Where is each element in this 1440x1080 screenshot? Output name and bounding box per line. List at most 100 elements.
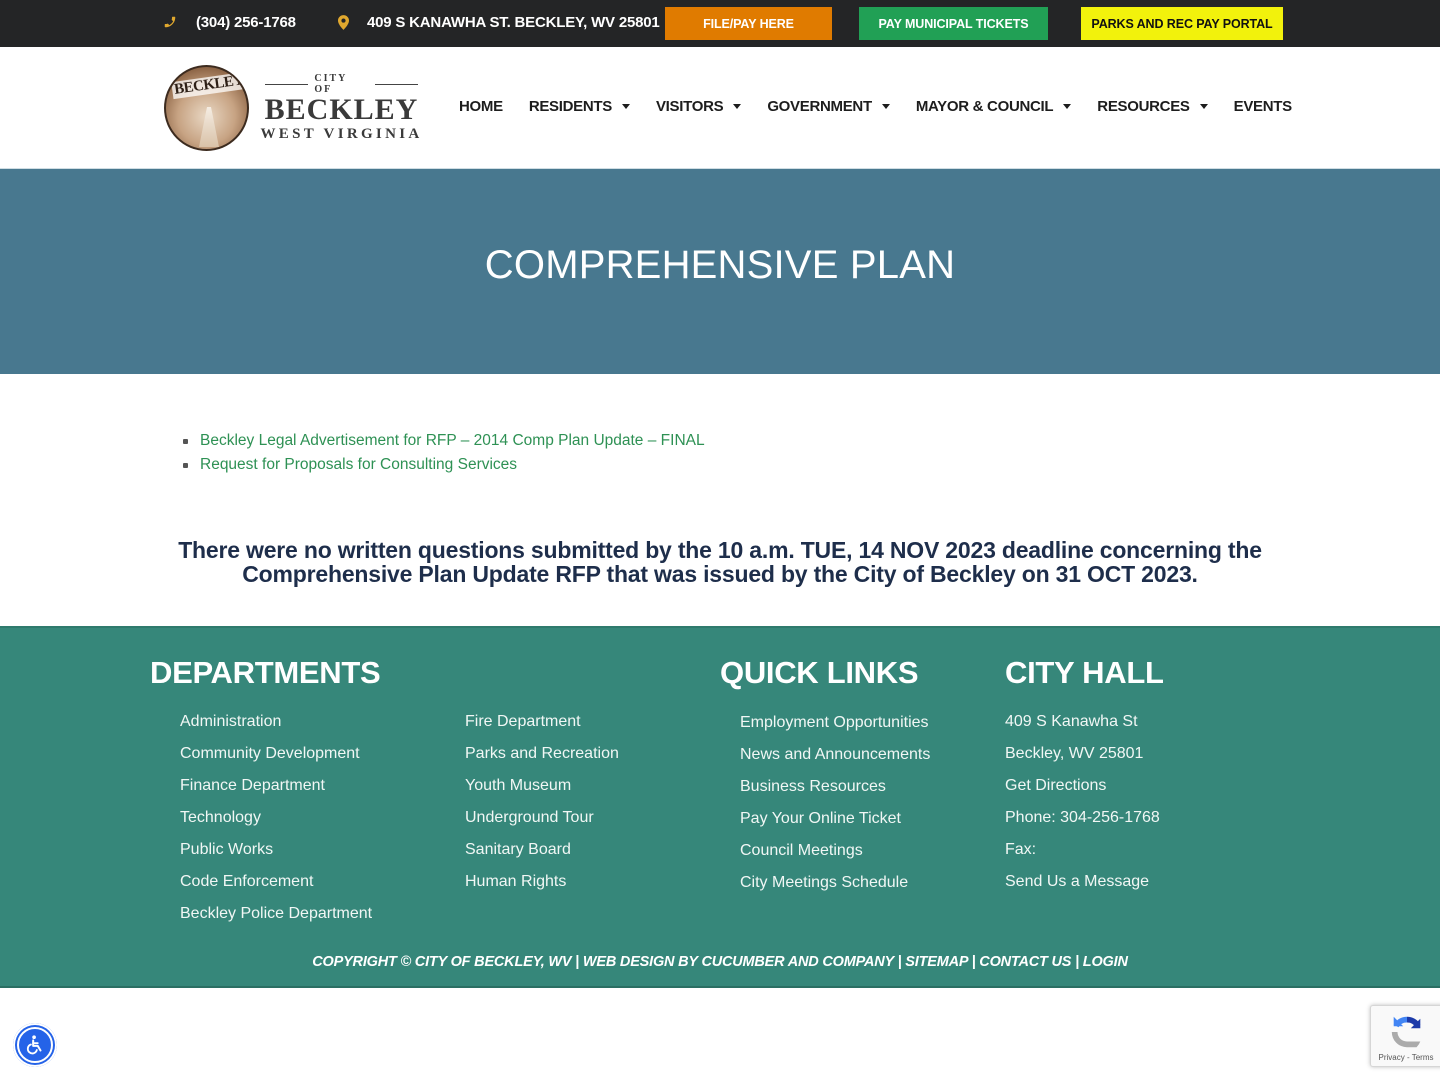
copyright-bar: COPYRIGHT © CITY OF BECKLEY, WV | WEB DE…	[0, 954, 1440, 970]
footer-link[interactable]: Youth Museum	[465, 777, 571, 794]
footer-link[interactable]: Employment Opportunities	[740, 714, 929, 731]
copyright-text: COPYRIGHT © CITY OF BECKLEY, WV	[312, 954, 572, 970]
nav-visitors[interactable]: VISITORS	[655, 98, 742, 115]
separator: |	[1071, 954, 1083, 970]
departments-heading: DEPARTMENTS	[150, 655, 381, 690]
footer-link[interactable]: City Meetings Schedule	[740, 874, 908, 891]
separator: |	[967, 954, 980, 970]
footer-link[interactable]: Finance Department	[180, 777, 325, 794]
city-hall-heading: CITY HALL	[1005, 655, 1164, 690]
city-hall-city: Beckley, WV 25801	[1005, 745, 1144, 762]
send-message-link[interactable]: Send Us a Message	[1005, 873, 1149, 890]
document-list: Beckley Legal Advertisement for RFP – 20…	[183, 429, 705, 477]
contact-us-link[interactable]: CONTACT US	[979, 954, 1071, 970]
site-header: BECKLEY CITY OF BECKLEY WEST VIRGINIA HO…	[0, 47, 1440, 168]
wheelchair-icon	[17, 1027, 53, 1063]
departments-list-2: Fire Department Parks and Recreation You…	[465, 710, 619, 902]
recaptcha-links[interactable]: Privacy - Terms	[1371, 1053, 1440, 1062]
nav-events[interactable]: EVENTS	[1233, 98, 1293, 115]
footer-link[interactable]: Administration	[180, 713, 281, 730]
document-link-legal-advertisement[interactable]: Beckley Legal Advertisement for RFP – 20…	[200, 432, 705, 450]
footer-link[interactable]: Human Rights	[465, 873, 566, 890]
caret-down-icon	[733, 104, 742, 109]
page-hero: COMPREHENSIVE PLAN	[0, 168, 1440, 374]
nav-mayor-council[interactable]: MAYOR & COUNCIL	[915, 98, 1072, 115]
address-link[interactable]: 409 S KANAWHA ST. BECKLEY, WV 25801	[335, 13, 660, 31]
quick-links-list: Employment Opportunities News and Announ…	[740, 711, 930, 903]
footer-link[interactable]: Code Enforcement	[180, 873, 313, 890]
caret-down-icon	[1063, 104, 1072, 109]
list-item: Beckley Legal Advertisement for RFP – 20…	[183, 429, 705, 453]
footer-link[interactable]: Pay Your Online Ticket	[740, 810, 901, 827]
caret-down-icon	[881, 104, 890, 109]
seal-text: BECKLEY	[171, 71, 247, 100]
caret-down-icon	[621, 104, 630, 109]
recaptcha-badge[interactable]: Privacy - Terms	[1370, 1005, 1440, 1067]
recaptcha-icon	[1391, 1016, 1421, 1048]
city-hall-street: 409 S Kanawha St	[1005, 713, 1138, 730]
caret-down-icon	[1199, 104, 1208, 109]
logo-city-name: BECKLEY	[264, 93, 419, 126]
footer-link[interactable]: Beckley Police Department	[180, 905, 372, 922]
nav-residents-label: RESIDENTS	[528, 98, 612, 115]
nav-residents[interactable]: RESIDENTS	[529, 98, 630, 115]
rfp-notice: There were no written questions submitte…	[178, 537, 1262, 587]
parks-rec-pay-portal-button[interactable]: PARKS AND REC PAY PORTAL	[1081, 7, 1283, 40]
nav-government-label: GOVERNMENT	[767, 98, 872, 115]
site-footer: DEPARTMENTS Administration Community Dev…	[0, 626, 1440, 988]
main-nav: HOME RESIDENTS VISITORS GOVERNMENT MAYOR…	[459, 98, 1318, 115]
map-marker-icon	[335, 13, 351, 31]
list-item: Request for Proposals for Consulting Ser…	[183, 453, 705, 477]
logo-rule	[374, 83, 418, 85]
phone-link[interactable]: (304) 256-1768	[162, 13, 296, 31]
logo-city-of-text: CITY OF	[314, 73, 348, 95]
footer-link[interactable]: News and Announcements	[740, 746, 930, 763]
nav-events-label: EVENTS	[1233, 98, 1293, 115]
logo-rule	[265, 83, 309, 85]
footer-link[interactable]: Sanitary Board	[465, 841, 571, 858]
accessibility-button[interactable]	[13, 1023, 57, 1067]
logo-city-of: CITY OF	[259, 73, 424, 95]
nav-home-label: HOME	[459, 98, 503, 115]
footer-link[interactable]: Parks and Recreation	[465, 745, 619, 762]
main-content: Beckley Legal Advertisement for RFP – 20…	[0, 374, 1440, 626]
pay-municipal-tickets-button[interactable]: PAY MUNICIPAL TICKETS	[859, 7, 1048, 40]
bullet-icon	[183, 462, 188, 468]
document-link-rfp[interactable]: Request for Proposals for Consulting Ser…	[200, 456, 517, 474]
footer-link[interactable]: Technology	[180, 809, 261, 826]
nav-government[interactable]: GOVERNMENT	[767, 98, 890, 115]
city-hall-phone[interactable]: Phone: 304-256-1768	[1005, 809, 1160, 826]
footer-link[interactable]: Fire Department	[465, 713, 581, 730]
nav-home[interactable]: HOME	[459, 98, 503, 115]
footer-link[interactable]: Council Meetings	[740, 842, 863, 859]
seal-street-graphic	[199, 107, 219, 147]
nav-mayor-council-label: MAYOR & COUNCIL	[915, 98, 1054, 115]
footer-link[interactable]: Underground Tour	[465, 809, 594, 826]
login-link[interactable]: LOGIN	[1083, 954, 1128, 970]
footer-link[interactable]: Business Resources	[740, 778, 886, 795]
footer-link[interactable]: Community Development	[180, 745, 360, 762]
address-text: 409 S KANAWHA ST. BECKLEY, WV 25801	[367, 13, 660, 31]
phone-number: (304) 256-1768	[196, 13, 296, 31]
nav-visitors-label: VISITORS	[655, 98, 724, 115]
page-title: COMPREHENSIVE PLAN	[484, 243, 956, 287]
logo-wordmark: CITY OF BECKLEY WEST VIRGINIA	[259, 73, 424, 143]
city-hall-list: 409 S Kanawha St Beckley, WV 25801 Get D…	[1005, 710, 1160, 902]
separator: |	[571, 954, 583, 970]
city-hall-fax: Fax:	[1005, 841, 1037, 858]
separator: |	[893, 954, 906, 970]
logo-state: WEST VIRGINIA	[260, 126, 423, 142]
web-design-link[interactable]: WEB DESIGN BY CUCUMBER AND COMPANY	[583, 954, 894, 970]
nav-resources-label: RESOURCES	[1097, 98, 1190, 115]
quick-links-heading: QUICK LINKS	[720, 655, 919, 690]
city-seal-icon: BECKLEY	[164, 65, 249, 151]
top-bar: (304) 256-1768 409 S KANAWHA ST. BECKLEY…	[0, 0, 1440, 47]
phone-icon	[162, 13, 178, 31]
get-directions-link[interactable]: Get Directions	[1005, 777, 1106, 794]
sitemap-link[interactable]: SITEMAP	[905, 954, 968, 970]
footer-link[interactable]: Public Works	[180, 841, 273, 858]
departments-list-1: Administration Community Development Fin…	[180, 710, 372, 934]
nav-resources[interactable]: RESOURCES	[1097, 98, 1208, 115]
site-logo[interactable]: BECKLEY CITY OF BECKLEY WEST VIRGINIA	[164, 64, 424, 152]
file-pay-button[interactable]: FILE/PAY HERE	[665, 7, 832, 40]
